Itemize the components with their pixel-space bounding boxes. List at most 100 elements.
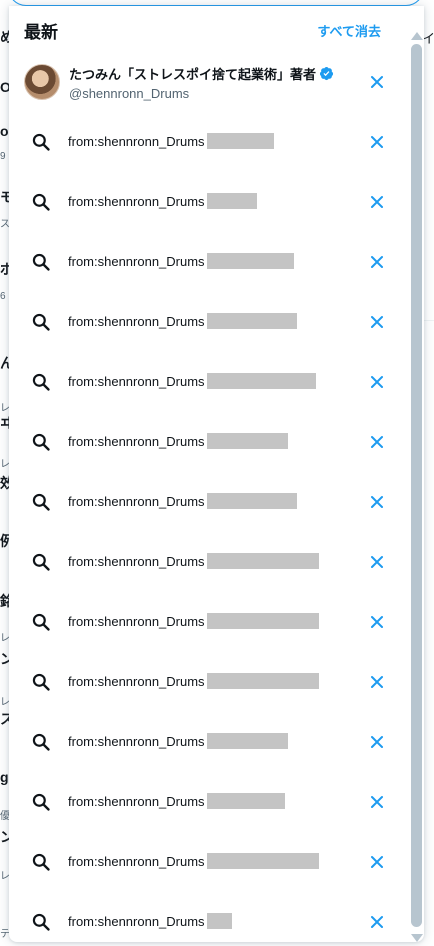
- close-icon[interactable]: [368, 253, 386, 271]
- page: め O o 9 モ ス ボ 6 ん レ ヰ レ 效 例 銘 レ ン レ ス g …: [0, 0, 434, 946]
- search-query-text: from:shennronn_Drums: [68, 733, 288, 751]
- scrollbar[interactable]: [409, 28, 424, 942]
- search-icon: [32, 253, 50, 271]
- redacted-text: [206, 193, 257, 210]
- user-display-name: たつみん「ストレスポイ捨て起業術」著者: [69, 66, 317, 82]
- close-icon[interactable]: [368, 613, 386, 631]
- recent-search-item[interactable]: from:shennronn_Drums: [9, 652, 409, 712]
- recent-search-item[interactable]: from:shennronn_Drums: [9, 352, 409, 412]
- search-query-label: from:shennronn_Drums: [68, 793, 205, 809]
- search-icon: [32, 433, 50, 451]
- recent-search-item[interactable]: from:shennronn_Drums: [9, 172, 409, 232]
- search-query-text: from:shennronn_Drums: [68, 253, 294, 271]
- close-icon[interactable]: [368, 853, 386, 871]
- redacted-text: [206, 793, 285, 810]
- user-text: たつみん「ストレスポイ捨て起業術」著者 @shennronn_Drums: [69, 64, 334, 101]
- recent-search-item[interactable]: from:shennronn_Drums: [9, 832, 409, 892]
- search-icon: [32, 133, 50, 151]
- redacted-text: [206, 613, 319, 630]
- search-query-label: from:shennronn_Drums: [68, 553, 205, 569]
- search-query-text: from:shennronn_Drums: [68, 133, 274, 151]
- search-icon: [32, 613, 50, 631]
- close-icon[interactable]: [368, 433, 386, 451]
- verified-badge-icon: [319, 66, 334, 80]
- search-query-label: from:shennronn_Drums: [68, 433, 205, 449]
- redacted-text: [206, 493, 297, 510]
- recent-search-item[interactable]: from:shennronn_Drums: [9, 712, 409, 772]
- redacted-text: [206, 913, 232, 930]
- search-query-text: from:shennronn_Drums: [68, 193, 257, 211]
- close-icon[interactable]: [368, 553, 386, 571]
- close-icon[interactable]: [368, 73, 386, 91]
- recent-search-item[interactable]: from:shennronn_Drums: [9, 892, 409, 942]
- recent-searches-dropdown: 最新 すべて消去 たつみん「ストレスポイ捨て起業術」著者 @shennronn_…: [9, 6, 424, 942]
- search-query-text: from:shennronn_Drums: [68, 313, 297, 331]
- search-query-text: from:shennronn_Drums: [68, 673, 319, 691]
- close-icon[interactable]: [368, 493, 386, 511]
- redacted-text: [206, 673, 319, 690]
- user-handle: @shennronn_Drums: [69, 85, 190, 101]
- search-icon: [32, 493, 50, 511]
- recent-search-item[interactable]: from:shennronn_Drums: [9, 472, 409, 532]
- close-icon[interactable]: [368, 373, 386, 391]
- search-query-text: from:shennronn_Drums: [68, 433, 288, 451]
- search-query-text: from:shennronn_Drums: [68, 493, 297, 511]
- search-icon: [32, 853, 50, 871]
- recent-search-item[interactable]: from:shennronn_Drums: [9, 112, 409, 172]
- search-icon: [32, 913, 50, 931]
- close-icon[interactable]: [368, 193, 386, 211]
- search-query-text: from:shennronn_Drums: [68, 853, 319, 871]
- recent-search-item[interactable]: from:shennronn_Drums: [9, 412, 409, 472]
- search-query-label: from:shennronn_Drums: [68, 913, 205, 929]
- search-query-label: from:shennronn_Drums: [68, 193, 205, 209]
- scroll-down-arrow[interactable]: [411, 934, 423, 942]
- search-query-text: from:shennronn_Drums: [68, 613, 319, 631]
- recent-user-item[interactable]: たつみん「ストレスポイ捨て起業術」著者 @shennronn_Drums: [9, 52, 409, 112]
- search-icon: [32, 193, 50, 211]
- recent-search-item[interactable]: from:shennronn_Drums: [9, 532, 409, 592]
- redacted-text: [206, 433, 288, 450]
- search-query-label: from:shennronn_Drums: [68, 133, 205, 149]
- close-icon[interactable]: [368, 133, 386, 151]
- search-query-text: from:shennronn_Drums: [68, 913, 232, 931]
- recent-searches-list: たつみん「ストレスポイ捨て起業術」著者 @shennronn_Drums fro…: [9, 52, 409, 942]
- clear-all-button[interactable]: すべて消去: [317, 21, 381, 40]
- recent-search-item[interactable]: from:shennronn_Drums: [9, 772, 409, 832]
- search-query-label: from:shennronn_Drums: [68, 673, 205, 689]
- close-icon[interactable]: [368, 313, 386, 331]
- search-icon: [32, 733, 50, 751]
- scrollbar-thumb[interactable]: [411, 44, 422, 927]
- search-query-text: from:shennronn_Drums: [68, 373, 316, 391]
- close-icon[interactable]: [368, 793, 386, 811]
- redacted-text: [206, 853, 319, 870]
- recent-search-item[interactable]: from:shennronn_Drums: [9, 292, 409, 352]
- close-icon[interactable]: [368, 733, 386, 751]
- user-name-line: たつみん「ストレスポイ捨て起業術」著者: [69, 64, 334, 83]
- search-icon: [32, 553, 50, 571]
- redacted-text: [206, 373, 316, 390]
- search-icon: [32, 793, 50, 811]
- search-query-text: from:shennronn_Drums: [68, 793, 285, 811]
- search-icon: [32, 673, 50, 691]
- recent-search-item[interactable]: from:shennronn_Drums: [9, 232, 409, 292]
- search-icon: [32, 373, 50, 391]
- search-query-text: from:shennronn_Drums: [68, 553, 319, 571]
- close-icon[interactable]: [368, 673, 386, 691]
- recent-search-item[interactable]: from:shennronn_Drums: [9, 592, 409, 652]
- search-query-label: from:shennronn_Drums: [68, 373, 205, 389]
- search-query-label: from:shennronn_Drums: [68, 613, 205, 629]
- redacted-text: [206, 733, 288, 750]
- redacted-text: [206, 313, 297, 330]
- search-query-label: from:shennronn_Drums: [68, 493, 205, 509]
- dropdown-header: 最新 すべて消去: [9, 6, 409, 54]
- close-icon[interactable]: [368, 913, 386, 931]
- search-query-label: from:shennronn_Drums: [68, 313, 205, 329]
- redacted-text: [206, 133, 274, 150]
- redacted-text: [206, 553, 319, 570]
- redacted-text: [206, 253, 294, 270]
- search-query-label: from:shennronn_Drums: [68, 853, 205, 869]
- dropdown-title: 最新: [24, 22, 58, 42]
- search-query-label: from:shennronn_Drums: [68, 733, 205, 749]
- scroll-up-arrow[interactable]: [411, 32, 423, 40]
- avatar: [24, 64, 60, 100]
